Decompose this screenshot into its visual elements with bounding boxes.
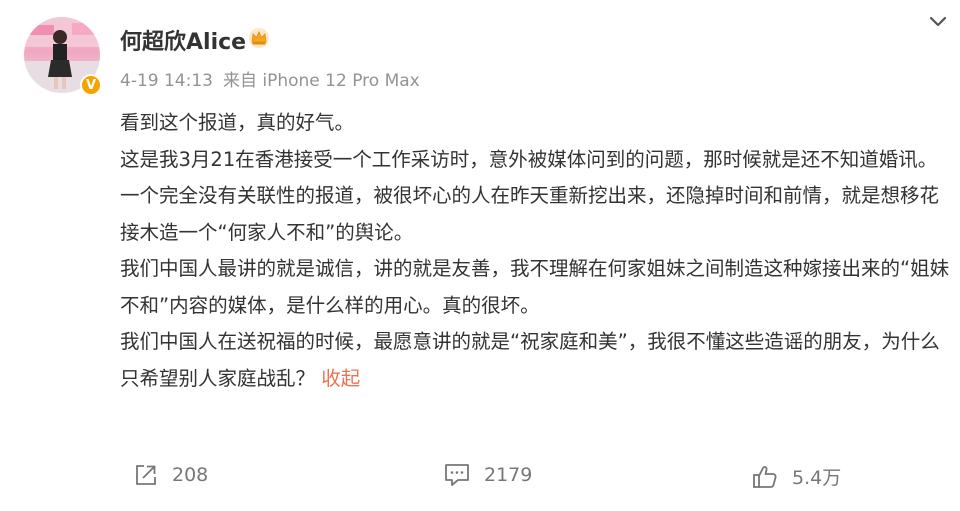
- comment-count: 2179: [484, 464, 533, 486]
- like-count: 5.4万: [792, 467, 842, 489]
- post-actions: 208 2179 5.4万: [0, 463, 960, 495]
- thumbs-up-icon: [753, 465, 777, 488]
- post-time[interactable]: 4-19 14:13: [120, 71, 213, 91]
- post-paragraph: 一个完全没有关联性的报道，被很坏心的人在昨天重新挖出来，还隐掉时间和前情，就是想…: [120, 184, 940, 244]
- post-paragraph: 这是我3月21在香港接受一个工作采访时，意外被媒体问到的问题，那时候就是还不知道…: [120, 147, 938, 171]
- comment-icon: [445, 464, 469, 486]
- post-paragraph: 我们中国人在送祝福的时候，最愿意讲的就是“祝家庭和美”，我很不懂这些造谣的朋友，…: [120, 330, 940, 390]
- post-meta: 4-19 14:13 来自 iPhone 12 Pro Max: [120, 66, 420, 91]
- post-paragraph: 我们中国人最讲的就是诚信，讲的就是友善，我不理解在何家姐妹之间制造这种嫁接出来的…: [120, 257, 950, 317]
- post-paragraph: 看到这个报道，真的好气。: [120, 111, 355, 134]
- username[interactable]: 何超欣Alice: [120, 24, 246, 56]
- post-content: 看到这个报道，真的好气。 这是我3月21在香港接受一个工作采访时，意外被媒体问到…: [120, 105, 952, 397]
- post-source: 来自 iPhone 12 Pro Max: [222, 71, 420, 91]
- repost-count: 208: [172, 464, 209, 486]
- crown-member-icon[interactable]: [248, 27, 270, 49]
- collapse-link[interactable]: 收起: [321, 367, 360, 390]
- post-paragraph-last: 我们中国人在送祝福的时候，最愿意讲的就是“祝家庭和美”，我很不懂这些造谣的朋友，…: [120, 324, 952, 397]
- repost-button[interactable]: 208: [134, 463, 208, 487]
- verified-badge-icon: V: [80, 74, 102, 96]
- chevron-down-icon[interactable]: [928, 14, 948, 30]
- comment-button[interactable]: 2179: [444, 463, 532, 487]
- repost-icon: [136, 465, 156, 485]
- like-button[interactable]: 5.4万: [752, 463, 841, 490]
